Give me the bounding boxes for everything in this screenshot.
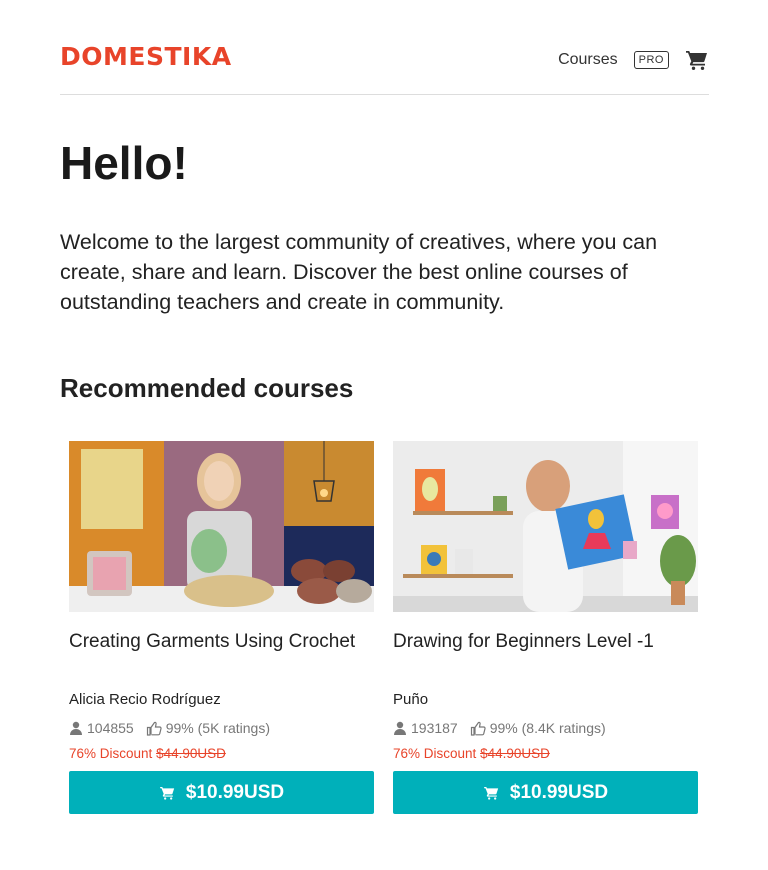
- course-stats: 193187 99% (8.4K ratings): [393, 720, 698, 736]
- teacher-name[interactable]: Puño: [393, 691, 698, 708]
- discount-label: 76% Discount: [393, 746, 477, 761]
- rating-text: 99% (8.4K ratings): [489, 720, 606, 736]
- course-card: Drawing for Beginners Level -1 Puño 1931…: [393, 441, 698, 814]
- thumbs-up-icon: [470, 721, 486, 736]
- course-thumbnail[interactable]: [393, 441, 698, 612]
- cart-icon: [484, 786, 499, 800]
- course-stats: 104855 99% (5K ratings): [69, 720, 374, 736]
- buy-button[interactable]: $10.99USD: [393, 771, 698, 814]
- thumbs-up-icon: [146, 721, 162, 736]
- cart-icon[interactable]: [685, 48, 709, 72]
- student-count: 193187: [411, 720, 458, 736]
- price: $10.99USD: [509, 781, 609, 803]
- discount-label: 76% Discount: [69, 746, 153, 761]
- user-icon: [394, 721, 406, 735]
- welcome-text: Welcome to the largest community of crea…: [60, 230, 658, 314]
- course-title[interactable]: Creating Garments Using Crochet: [69, 631, 374, 653]
- price: $10.99USD: [185, 781, 285, 803]
- site-header: DOMESTIKA Courses PRO: [60, 40, 709, 95]
- pro-badge[interactable]: PRO: [633, 51, 669, 69]
- recommended-courses-heading: Recommended courses: [60, 373, 354, 403]
- domestika-logo[interactable]: DOMESTIKA: [60, 42, 232, 71]
- original-price: $44.90USD: [156, 746, 226, 761]
- discount-info: 76% Discount $44.90USD: [69, 746, 374, 761]
- buy-button[interactable]: $10.99USD: [69, 771, 374, 814]
- discount-info: 76% Discount $44.90USD: [393, 746, 698, 761]
- course-title[interactable]: Drawing for Beginners Level -1: [393, 631, 698, 653]
- page-title: Hello!: [60, 137, 188, 189]
- student-count: 104855: [87, 720, 134, 736]
- nav-courses-link[interactable]: Courses: [558, 51, 618, 69]
- course-thumbnail[interactable]: [69, 441, 374, 612]
- original-price: $44.90USD: [480, 746, 550, 761]
- rating-text: 99% (5K ratings): [165, 720, 270, 736]
- teacher-name[interactable]: Alicia Recio Rodríguez: [69, 691, 374, 708]
- course-card: Creating Garments Using Crochet Alicia R…: [69, 441, 374, 814]
- user-icon: [70, 721, 82, 735]
- top-nav: Courses PRO: [558, 48, 709, 72]
- cart-icon: [160, 786, 175, 800]
